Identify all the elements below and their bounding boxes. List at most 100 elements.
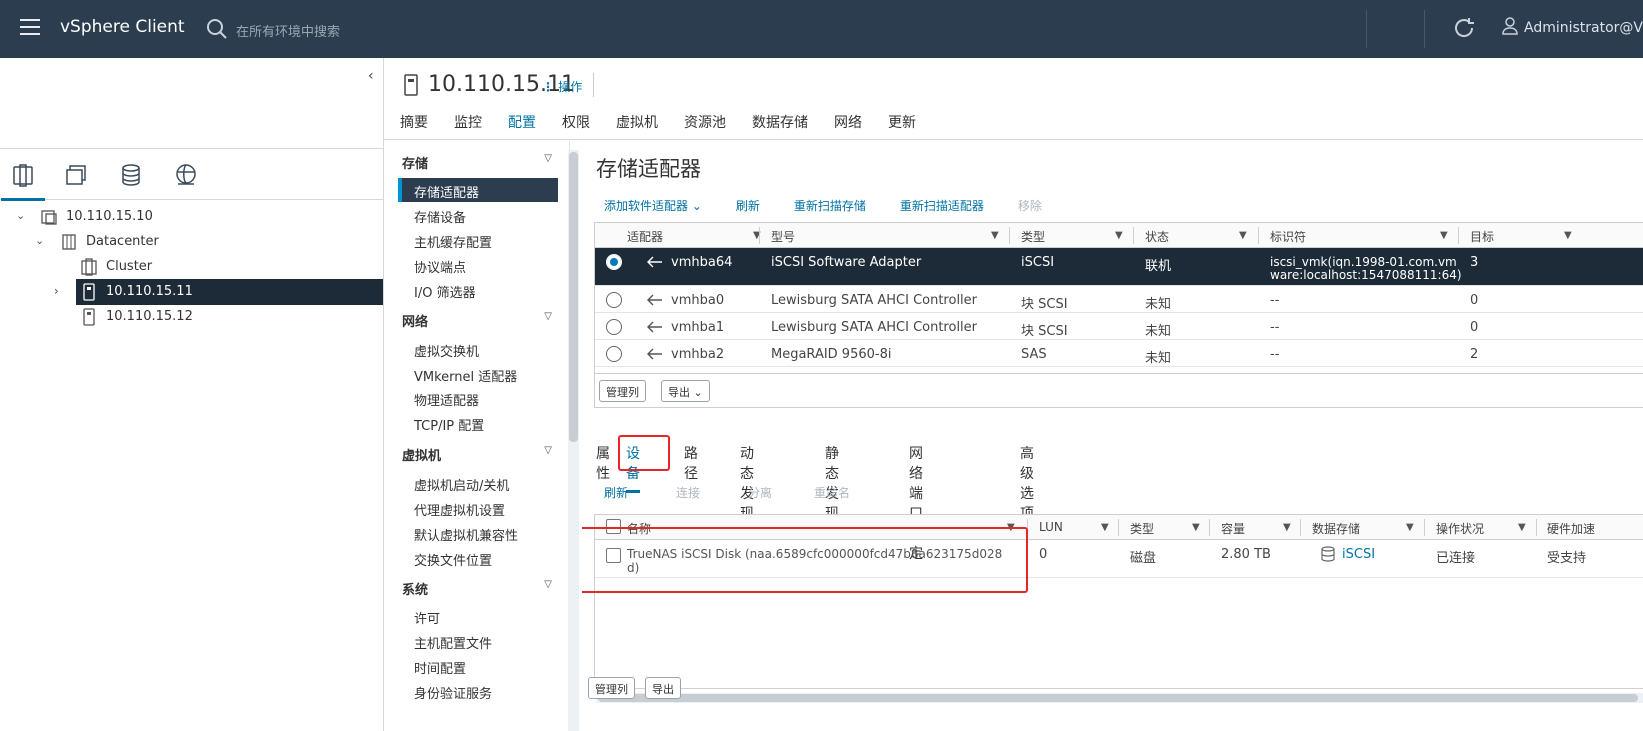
tree-node-vcenter[interactable]: ⌄ 10.110.15.10 <box>0 204 383 230</box>
add-software-adapter-button[interactable]: 添加软件适配器 ⌄ <box>604 197 702 214</box>
filter-icon[interactable]: ▼ <box>1518 522 1526 533</box>
column-divider[interactable] <box>759 227 760 244</box>
rescan-adapter-button[interactable]: 重新扫描适配器 <box>900 197 984 214</box>
tab-summary[interactable]: 摘要 <box>400 112 428 138</box>
tab-permissions[interactable]: 权限 <box>562 112 590 138</box>
tab-properties[interactable]: 属性 <box>596 443 610 489</box>
hosts-clusters-icon[interactable] <box>1 159 45 201</box>
detach-button[interactable]: 分离 <box>748 484 772 501</box>
column-divider[interactable] <box>1209 519 1210 536</box>
nav-item-virtual-switches[interactable]: 虚拟交换机 <box>398 337 558 361</box>
nav-item-host-cache[interactable]: 主机缓存配置 <box>398 228 558 252</box>
networking-icon[interactable] <box>170 159 202 191</box>
column-header-datastore[interactable]: 数据存储 ▼ <box>1312 520 1414 537</box>
table-row[interactable]: vmhba0 Lewisburg SATA AHCI Controller 块 … <box>595 286 1643 313</box>
column-header-operational-state[interactable]: 操作状况 ▼ <box>1436 520 1526 537</box>
nav-item-vm-startup[interactable]: 虚拟机启动/关机 <box>398 471 558 495</box>
chevron-down-icon[interactable]: ⌄ <box>16 209 25 222</box>
row-radio[interactable] <box>606 292 622 308</box>
column-header-targets[interactable]: 目标 ▼ <box>1470 228 1572 245</box>
column-header-lun[interactable]: LUN ▼ <box>1039 520 1109 534</box>
filter-icon[interactable]: ▼ <box>1564 230 1572 241</box>
nav-group-system[interactable]: 系统 ▽ <box>402 579 552 598</box>
scrollbar-thumb[interactable] <box>569 152 578 442</box>
storage-icon[interactable] <box>115 159 147 191</box>
filter-icon[interactable]: ▼ <box>1115 230 1123 241</box>
filter-icon[interactable]: ▼ <box>1101 522 1109 533</box>
nav-item-licensing[interactable]: 许可 <box>398 604 558 628</box>
nav-item-auth-services[interactable]: 身份验证服务 <box>398 679 558 703</box>
tab-vms[interactable]: 虚拟机 <box>616 112 658 138</box>
column-divider[interactable] <box>1536 519 1537 536</box>
export-button[interactable]: 导出 <box>645 677 681 699</box>
column-divider[interactable] <box>1009 227 1010 244</box>
vms-templates-icon[interactable] <box>60 159 92 191</box>
tab-resource-pools[interactable]: 资源池 <box>684 112 726 138</box>
filter-icon[interactable]: ▼ <box>1440 230 1448 241</box>
nav-group-networking[interactable]: 网络 ▽ <box>402 311 552 330</box>
tab-updates[interactable]: 更新 <box>888 112 916 138</box>
manage-columns-button[interactable]: 管理列 <box>599 380 646 402</box>
global-search[interactable]: 在所有环境中搜索 <box>206 16 466 42</box>
tab-networks[interactable]: 网络 <box>834 112 862 138</box>
column-header-identifier[interactable]: 标识符 ▼ <box>1270 228 1448 245</box>
column-header-adapter[interactable]: 适配器 ▼ <box>627 228 761 245</box>
refresh-devices-button[interactable]: 刷新 <box>604 484 628 501</box>
tree-node-cluster[interactable]: Cluster <box>0 254 383 280</box>
nav-item-tcpip-config[interactable]: TCP/IP 配置 <box>398 411 558 435</box>
tab-paths[interactable]: 路径 <box>684 443 698 489</box>
column-divider[interactable] <box>1458 227 1459 244</box>
table-row[interactable]: vmhba1 Lewisburg SATA AHCI Controller 块 … <box>595 313 1643 340</box>
menu-icon[interactable] <box>20 19 40 35</box>
column-header-type[interactable]: 类型 ▼ <box>1021 228 1123 245</box>
remove-button[interactable]: 移除 <box>1018 197 1042 214</box>
column-divider[interactable] <box>1300 519 1301 536</box>
row-radio[interactable] <box>606 254 622 270</box>
export-button[interactable]: 导出 ⌄ <box>661 380 710 402</box>
attach-button[interactable]: 连接 <box>676 484 700 501</box>
chevron-down-icon[interactable]: ⌄ <box>35 234 44 247</box>
nav-item-default-compat[interactable]: 默认虚拟机兼容性 <box>398 521 558 545</box>
filter-icon[interactable]: ▼ <box>1239 230 1247 241</box>
tab-configure[interactable]: 配置 <box>508 112 536 144</box>
filter-icon[interactable]: ▼ <box>1283 522 1291 533</box>
column-divider[interactable] <box>1258 227 1259 244</box>
nav-item-storage-adapters[interactable]: 存储适配器 <box>398 178 558 202</box>
actions-menu[interactable]: ⋮ 操作 <box>542 78 582 95</box>
nav-item-storage-devices[interactable]: 存储设备 <box>398 203 558 227</box>
column-header-model[interactable]: 型号 ▼ <box>771 228 999 245</box>
nav-item-swap-file[interactable]: 交换文件位置 <box>398 546 558 570</box>
nav-group-storage[interactable]: 存储 ▽ <box>402 153 552 172</box>
column-header-type[interactable]: 类型 ▼ <box>1130 520 1200 537</box>
tree-node-host[interactable]: 10.110.15.12 <box>0 304 383 330</box>
column-header-hw-accel[interactable]: 硬件加速 <box>1547 520 1595 537</box>
filter-icon[interactable]: ▼ <box>991 230 999 241</box>
nav-item-host-profile[interactable]: 主机配置文件 <box>398 629 558 653</box>
nav-group-vms[interactable]: 虚拟机 ▽ <box>402 445 552 464</box>
column-header-capacity[interactable]: 容量 ▼ <box>1221 520 1291 537</box>
rename-button[interactable]: 重命名 <box>814 484 850 501</box>
table-row[interactable]: vmhba2 MegaRAID 9560-8i SAS 未知 -- 2 <box>595 340 1643 367</box>
nav-item-time-config[interactable]: 时间配置 <box>398 654 558 678</box>
table-row[interactable]: vmhba64 iSCSI Software Adapter iSCSI 联机 … <box>595 248 1643 286</box>
column-divider[interactable] <box>1133 227 1134 244</box>
filter-icon[interactable]: ▼ <box>1406 522 1414 533</box>
tab-monitor[interactable]: 监控 <box>454 112 482 138</box>
nav-scrollbar[interactable] <box>568 150 579 731</box>
nav-item-agent-vm[interactable]: 代理虚拟机设置 <box>398 496 558 520</box>
manage-columns-button[interactable]: 管理列 <box>588 677 635 699</box>
tree-node-datacenter[interactable]: ⌄ Datacenter <box>0 229 383 255</box>
column-header-status[interactable]: 状态 ▼ <box>1145 228 1247 245</box>
nav-item-physical-adapters[interactable]: 物理适配器 <box>398 386 558 410</box>
column-divider[interactable] <box>1424 519 1425 536</box>
user-menu[interactable]: Administrator@VS <box>1502 17 1643 36</box>
nav-item-io-filters[interactable]: I/O 筛选器 <box>398 278 558 302</box>
refresh-button[interactable]: 刷新 <box>736 197 760 214</box>
nav-item-protocol-endpoints[interactable]: 协议端点 <box>398 253 558 277</box>
tab-datastores[interactable]: 数据存储 <box>752 112 808 138</box>
row-radio[interactable] <box>606 319 622 335</box>
row-radio[interactable] <box>606 346 622 362</box>
cell-datastore-link[interactable]: iSCSI <box>1342 547 1375 562</box>
chevron-right-icon[interactable]: › <box>54 284 59 298</box>
column-divider[interactable] <box>1118 519 1119 536</box>
